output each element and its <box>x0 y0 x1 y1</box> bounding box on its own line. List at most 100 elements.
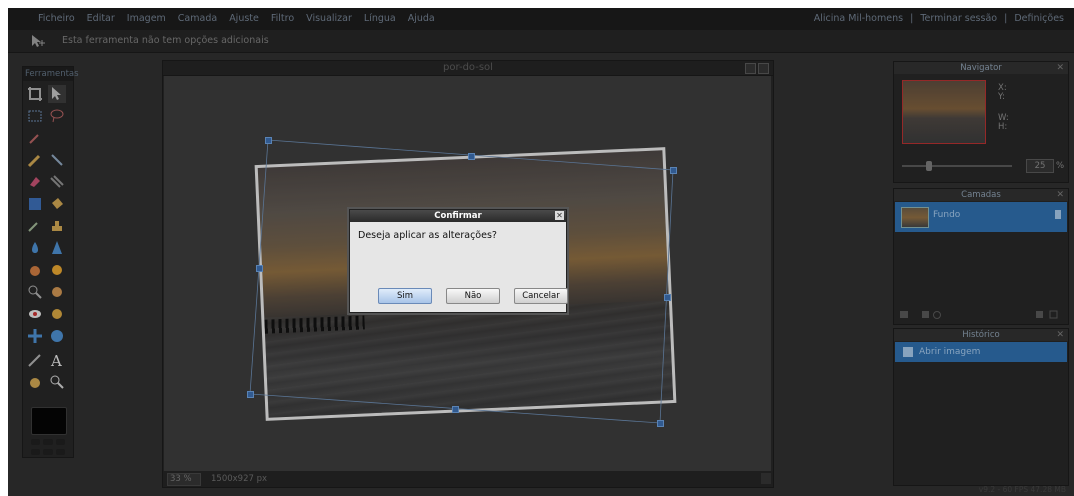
tool-options-bar: Esta ferramenta não tem opções adicionai… <box>8 30 1074 53</box>
zoom-search-icon[interactable] <box>26 283 44 301</box>
resize-grip[interactable] <box>761 473 771 484</box>
lock-icon <box>1055 210 1061 219</box>
history-title: Histórico <box>962 330 1000 340</box>
navigator-position: X: Y: <box>998 84 1007 102</box>
history-item-label: Abrir imagem <box>919 347 981 357</box>
menu-file[interactable]: Ficheiro <box>38 13 75 24</box>
zoom-field[interactable]: 33 % <box>167 473 201 486</box>
no-button[interactable]: Não <box>446 288 500 304</box>
navigator-zoom-slider[interactable] <box>902 161 1012 171</box>
hand-icon[interactable] <box>26 373 44 391</box>
new-layer-icon <box>1036 311 1043 318</box>
history-panel: Histórico ✕ Abrir imagem <box>893 328 1069 486</box>
main-menu: Ficheiro Editar Imagem Camada Ajuste Fil… <box>38 13 447 24</box>
transform-handle-r[interactable] <box>664 294 671 301</box>
y-label: Y: <box>998 92 1005 102</box>
blur-icon[interactable] <box>26 239 44 257</box>
clone-stamp-icon[interactable] <box>48 217 66 235</box>
swatch-palette[interactable] <box>31 439 65 455</box>
marquee-icon[interactable] <box>26 107 44 125</box>
document-title-bar[interactable]: por-do-sol <box>163 61 773 76</box>
color-picker-icon[interactable] <box>26 217 44 235</box>
h-label: H: <box>998 122 1008 132</box>
tool-options-text: Esta ferramenta não tem opções adicionai… <box>62 35 269 46</box>
cancel-button[interactable]: Cancelar <box>514 288 568 304</box>
lasso-icon[interactable] <box>48 107 66 125</box>
tools-panel: Ferramentas A <box>22 66 79 458</box>
document-window-controls <box>745 63 769 74</box>
zoom-icon[interactable] <box>48 373 66 391</box>
pinch-icon[interactable] <box>26 327 44 345</box>
eraser-icon[interactable] <box>26 173 44 191</box>
close-icon[interactable]: ✕ <box>1056 62 1064 74</box>
history-item[interactable]: Abrir imagem <box>895 342 1067 362</box>
navigator-title: Navigator <box>960 63 1002 73</box>
dialog-title: Confirmar <box>434 211 482 221</box>
layers-title: Camadas <box>961 190 1001 200</box>
svg-text:A: A <box>50 352 62 369</box>
menu-image[interactable]: Imagem <box>127 13 166 24</box>
yes-button[interactable]: Sim <box>378 288 432 304</box>
menu-adjust[interactable]: Ajuste <box>229 13 259 24</box>
close-icon[interactable]: ✕ <box>1056 189 1064 201</box>
layers-title-bar[interactable]: Camadas ✕ <box>894 189 1068 201</box>
close-icon[interactable]: ✕ <box>555 211 564 220</box>
layer-name: Fundo <box>933 210 961 220</box>
navigator-zoom-input[interactable]: 25 <box>1026 159 1054 173</box>
menu-edit[interactable]: Editar <box>87 13 115 24</box>
transform-handle-b[interactable] <box>452 406 459 413</box>
slider-knob[interactable] <box>926 161 932 171</box>
navigator-thumbnail[interactable] <box>902 80 986 144</box>
tools-panel-title: Ferramentas <box>23 67 79 81</box>
logout-link[interactable]: Terminar sessão <box>920 13 997 24</box>
paint-bucket-icon[interactable] <box>48 195 66 213</box>
maximize-icon[interactable] <box>745 63 756 74</box>
zoom-value: 33 <box>170 474 181 484</box>
text-icon[interactable]: A <box>48 351 66 369</box>
menu-filter[interactable]: Filtro <box>271 13 294 24</box>
magic-wand-icon[interactable] <box>26 129 44 147</box>
user-name-link[interactable]: Alicina Mil-homens <box>814 13 903 24</box>
navigator-title-bar[interactable]: Navigator ✕ <box>894 62 1068 74</box>
smudge-icon[interactable] <box>26 261 44 279</box>
dodge-icon[interactable] <box>48 283 66 301</box>
transform-handle-t[interactable] <box>468 153 475 160</box>
transform-handle-l[interactable] <box>256 265 263 272</box>
layer-settings-icon <box>900 311 908 318</box>
crop-icon[interactable] <box>26 85 44 103</box>
close-icon[interactable]: ✕ <box>1056 329 1064 341</box>
layer-mask-icon <box>922 311 929 318</box>
drawing-icon[interactable] <box>26 351 44 369</box>
menu-language[interactable]: Língua <box>364 13 396 24</box>
dialog-title-bar[interactable]: Confirmar ✕ <box>350 210 566 222</box>
brush-icon[interactable] <box>48 151 66 169</box>
image-size: 1500x927 px <box>211 474 268 484</box>
bloat-icon[interactable] <box>48 327 66 345</box>
transform-handle-tr[interactable] <box>670 167 677 174</box>
menu-bar: Ficheiro Editar Imagem Camada Ajuste Fil… <box>8 8 1074 30</box>
close-icon[interactable] <box>758 63 769 74</box>
layer-item[interactable]: Fundo <box>895 202 1067 232</box>
history-title-bar[interactable]: Histórico ✕ <box>894 329 1068 341</box>
sharpen-icon[interactable] <box>48 239 66 257</box>
settings-link[interactable]: Definições <box>1014 13 1064 24</box>
move-icon[interactable] <box>48 85 66 103</box>
dialog-message: Deseja aplicar as alterações? <box>358 230 497 241</box>
replace-color-icon[interactable] <box>48 173 66 191</box>
pencil-icon[interactable] <box>26 151 44 169</box>
burn-icon[interactable] <box>48 305 66 323</box>
menu-view[interactable]: Visualizar <box>306 13 352 24</box>
transform-handle-br[interactable] <box>657 420 664 427</box>
transform-handle-bl[interactable] <box>247 391 254 398</box>
gradient-icon[interactable] <box>26 195 44 213</box>
sponge-icon[interactable] <box>48 261 66 279</box>
red-eye-icon[interactable] <box>26 305 44 323</box>
menu-layer[interactable]: Camada <box>178 13 217 24</box>
transform-handle-tl[interactable] <box>265 137 272 144</box>
navigator-size: W: H: <box>998 114 1009 132</box>
open-image-icon <box>903 347 913 357</box>
document-status-bar: 33 % 1500x927 px <box>163 471 773 487</box>
layers-panel: Camadas ✕ Fundo <box>893 188 1069 325</box>
menu-help[interactable]: Ajuda <box>408 13 435 24</box>
color-swatch[interactable] <box>31 407 67 435</box>
